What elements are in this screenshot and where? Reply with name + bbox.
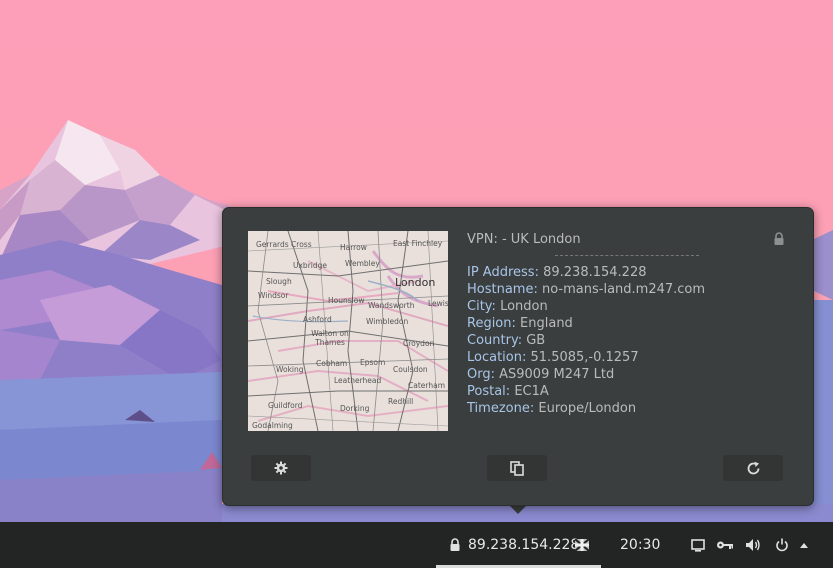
map-label: Lewis [428,299,448,308]
info-key: City: [467,299,496,314]
map-label: Godalming [252,421,293,430]
map-label: Epsom [360,358,386,367]
info-value: EC1A [514,384,549,399]
map-label: Wembley [345,259,380,268]
info-row-ip: IP Address: 89.238.154.228 [467,264,705,281]
refresh-button[interactable] [723,455,783,481]
map-label: Cobham [316,359,348,368]
menu-arrow-icon[interactable] [799,542,809,548]
uk-flag-icon [575,539,589,551]
info-row-city: City: London [467,298,705,315]
info-value: GB [526,333,546,348]
info-key: Org: [467,367,495,382]
info-row-postal: Postal: EC1A [467,383,705,400]
refresh-icon [747,461,759,474]
map-label: Wimbledon [366,317,409,326]
info-key: Country: [467,333,523,348]
location-map: Gerrards Cross Harrow East Finchley Uxbr… [248,231,448,431]
info-key: Region: [467,316,516,331]
map-label: Hounslow [328,296,365,305]
copy-button[interactable] [487,455,547,481]
lock-icon[interactable] [449,538,461,552]
top-panel: 89.238.154.228 20:30 [0,522,833,568]
map-label: Coulsdon [393,365,428,374]
info-value: no-mans-land.m247.com [542,282,706,297]
lock-icon [774,232,784,245]
map-label: London [395,276,436,289]
volume-icon[interactable] [745,538,761,552]
info-key: Postal: [467,384,511,399]
info-value: 89.238.154.228 [543,265,647,280]
info-row-location: Location: 51.5085,-0.1257 [467,349,705,366]
vpn-ip-indicator[interactable]: 89.238.154.228 [468,537,579,553]
gear-icon [274,461,288,475]
clock[interactable]: 20:30 [620,537,660,553]
info-key: Location: [467,350,527,365]
power-icon[interactable] [775,538,789,552]
map-label: Wandsworth [368,301,415,310]
vpn-title: VPN: - UK London [467,232,581,247]
display-icon[interactable] [691,539,705,552]
map-label: Harrow [340,243,367,252]
map-label: Leatherhead [334,376,382,385]
info-row-org: Org: AS9009 M247 Ltd [467,366,705,383]
info-value: England [520,316,573,331]
map-label: Walton on Thames [311,329,349,347]
map-label: Woking [276,365,304,374]
map-label: Croydon [403,339,435,348]
map-label: Windsor [258,291,289,300]
map-label: Slough [266,277,292,286]
map-label: Redhill [388,397,414,406]
info-row-region: Region: England [467,315,705,332]
info-row-country: Country: GB [467,332,705,349]
vpn-indicator-popup: Gerrards Cross Harrow East Finchley Uxbr… [222,207,814,506]
info-row-timezone: Timezone: Europe/London [467,400,705,417]
info-key: Hostname: [467,282,538,297]
copy-icon [510,460,524,476]
map-label: Caterham [408,381,445,390]
info-value: 51.5085,-0.1257 [530,350,639,365]
info-key: Timezone: [467,401,535,416]
info-row-hostname: Hostname: no-mans-land.m247.com [467,281,705,298]
connection-info-list: IP Address: 89.238.154.228 Hostname: no-… [467,264,705,417]
info-value: London [500,299,548,314]
title-divider [555,255,699,256]
info-value: Europe/London [538,401,637,416]
info-value: AS9009 M247 Ltd [499,367,615,382]
settings-button[interactable] [251,455,311,481]
map-label: Guildford [268,401,303,410]
map-label: Ashford [303,315,332,324]
key-icon[interactable] [716,540,734,550]
map-label: Gerrards Cross [256,240,312,249]
map-label: Dorking [340,404,370,413]
map-label: East Finchley [393,239,443,248]
map-label: Uxbridge [293,261,327,270]
info-key: IP Address: [467,265,539,280]
